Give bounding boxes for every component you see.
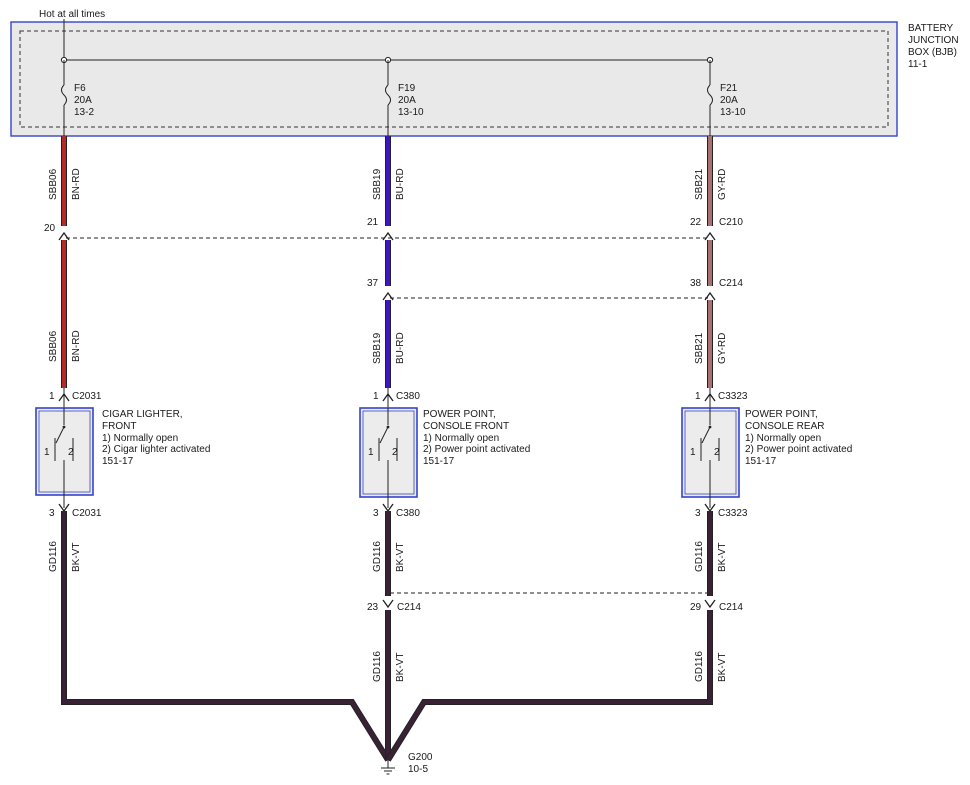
c3323-bottom-pin: 3	[695, 508, 701, 519]
wire-label-c3-top-circuit: SBB21	[694, 168, 705, 200]
connector-c210-pin-22	[704, 231, 716, 241]
power-point-rear-title: POWER POINT,	[745, 409, 818, 420]
fuse-f6-name: F6	[74, 83, 86, 94]
ground-g200-label: G200	[408, 752, 433, 763]
wire-label-c1-top-circuit: SBB06	[48, 168, 59, 200]
wire-label-c3-top-color: GY-RD	[717, 169, 728, 200]
cigar-lighter-pin-2: 2	[68, 447, 74, 458]
power-point-front-pin-1: 1	[368, 447, 374, 458]
wire-label-c3-low-circuit: GD116	[694, 651, 705, 682]
bjb-label-3: BOX (BJB)	[908, 47, 957, 58]
c3323-bottom-label: C3323	[718, 508, 748, 519]
fuse-f6-rating: 20A	[74, 95, 92, 106]
connector-c3323-top	[704, 388, 716, 408]
c214-bottom-label: C214	[397, 602, 421, 613]
wire-label-c2-top-circuit: SBB19	[372, 168, 383, 200]
c2031-bottom-label: C2031	[72, 508, 102, 519]
fuse-f19-rating: 20A	[398, 95, 416, 106]
power-point-rear-ref: 151-17	[745, 456, 777, 467]
power-point-front-title: POWER POINT,	[423, 409, 496, 420]
c210-pin-22: 22	[690, 217, 702, 228]
c380-bottom-label: C380	[396, 508, 420, 519]
fuse-f19-ref: 13-10	[398, 107, 424, 118]
c380-top-pin: 1	[373, 391, 379, 402]
wire-label-c2-mid-color: BU-RD	[395, 332, 406, 364]
power-point-rear-note-1: 1) Normally open	[745, 433, 821, 444]
wire-label-c1-mid-circuit: SBB06	[48, 330, 59, 362]
cigar-lighter-note-2: 2) Cigar lighter activated	[102, 444, 210, 455]
c214-top-pin-37: 37	[367, 278, 379, 289]
c210-pin-21: 21	[367, 217, 379, 228]
c3323-top-pin: 1	[695, 391, 701, 402]
c380-top-label: C380	[396, 391, 420, 402]
fuse-f21-ref: 13-10	[720, 107, 746, 118]
bjb-label-2: JUNCTION	[908, 35, 959, 46]
fuse-f21-name: F21	[720, 83, 738, 94]
power-point-front-title-2: CONSOLE FRONT	[423, 421, 509, 432]
ground-g200-ref: 10-5	[408, 764, 428, 775]
wire-label-c3-low-color: BK-VT	[717, 653, 728, 682]
connector-c210-pin-21	[382, 231, 394, 241]
component-power-point-console-rear	[681, 407, 740, 508]
bjb-label-1: BATTERY	[908, 23, 954, 34]
wire-label-c3-bot-circuit: GD116	[694, 541, 705, 572]
connector-c2031-top	[58, 388, 70, 408]
c210-pin-20: 20	[44, 223, 56, 234]
wire-label-c2-top-color: BU-RD	[395, 168, 406, 200]
wire-label-c1-mid-color: BN-RD	[71, 330, 82, 362]
connector-c210-pin-20	[58, 231, 70, 241]
cigar-lighter-title-2: FRONT	[102, 421, 136, 432]
ground-g200-symbol	[381, 760, 395, 775]
component-cigar-lighter	[35, 407, 94, 508]
connector-c214-top-pin-37	[382, 291, 394, 301]
battery-junction-box	[10, 21, 898, 137]
c380-bottom-pin: 3	[373, 508, 379, 519]
connector-c214-bottom-pin-29	[704, 599, 716, 609]
component-power-point-console-front	[359, 407, 418, 508]
c210-label: C210	[719, 217, 743, 228]
connector-c214-bottom-pin-23	[382, 599, 394, 609]
connector-c214-top-pin-38	[704, 291, 716, 301]
c2031-top-pin: 1	[49, 391, 55, 402]
cigar-lighter-pin-1: 1	[44, 447, 50, 458]
ground-wire-network	[61, 511, 713, 762]
c214-bottom-label-2: C214	[719, 602, 743, 613]
power-point-front-note-2: 2) Power point activated	[423, 444, 530, 455]
power-point-rear-title-2: CONSOLE REAR	[745, 421, 824, 432]
wire-label-c3-bot-color: BK-VT	[717, 543, 728, 572]
c2031-bottom-pin: 3	[49, 508, 55, 519]
fuse-f21-rating: 20A	[720, 95, 738, 106]
cigar-lighter-note-1: 1) Normally open	[102, 433, 178, 444]
wire-label-c2-bot-circuit: GD116	[372, 541, 383, 572]
cigar-lighter-title: CIGAR LIGHTER,	[102, 409, 183, 420]
wire-label-c1-bot-circuit: GD116	[48, 541, 59, 572]
wire-label-c1-top-color: BN-RD	[71, 168, 82, 200]
wiring-diagram: BATTERY JUNCTION BOX (BJB) 11-1 Hot at a…	[10, 9, 959, 775]
c2031-top-label: C2031	[72, 391, 102, 402]
cigar-lighter-ref: 151-17	[102, 456, 134, 467]
fuse-f19-name: F19	[398, 83, 416, 94]
power-point-rear-pin-2: 2	[714, 447, 720, 458]
c214-bottom-pin-23: 23	[367, 602, 379, 613]
wire-label-c2-bot-color: BK-VT	[395, 543, 406, 572]
fuse-f6-ref: 13-2	[74, 107, 94, 118]
power-point-front-ref: 151-17	[423, 456, 455, 467]
power-point-front-note-1: 1) Normally open	[423, 433, 499, 444]
power-point-rear-pin-1: 1	[690, 447, 696, 458]
bjb-ref: 11-1	[908, 59, 928, 70]
wire-label-c2-low-circuit: GD116	[372, 651, 383, 682]
connector-c380-top	[382, 388, 394, 408]
wire-label-c1-bot-color: BK-VT	[71, 543, 82, 572]
power-point-front-pin-2: 2	[392, 447, 398, 458]
wire-label-c3-mid-circuit: SBB21	[694, 332, 705, 364]
wire-label-c2-low-color: BK-VT	[395, 653, 406, 682]
wire-label-c2-mid-circuit: SBB19	[372, 332, 383, 364]
c214-bottom-pin-29: 29	[690, 602, 702, 613]
c3323-top-label: C3323	[718, 391, 748, 402]
c214-top-label: C214	[719, 278, 743, 289]
power-point-rear-note-2: 2) Power point activated	[745, 444, 852, 455]
wire-label-c3-mid-color: GY-RD	[717, 333, 728, 364]
c214-top-pin-38: 38	[690, 278, 702, 289]
hot-at-all-times-label: Hot at all times	[39, 9, 105, 20]
